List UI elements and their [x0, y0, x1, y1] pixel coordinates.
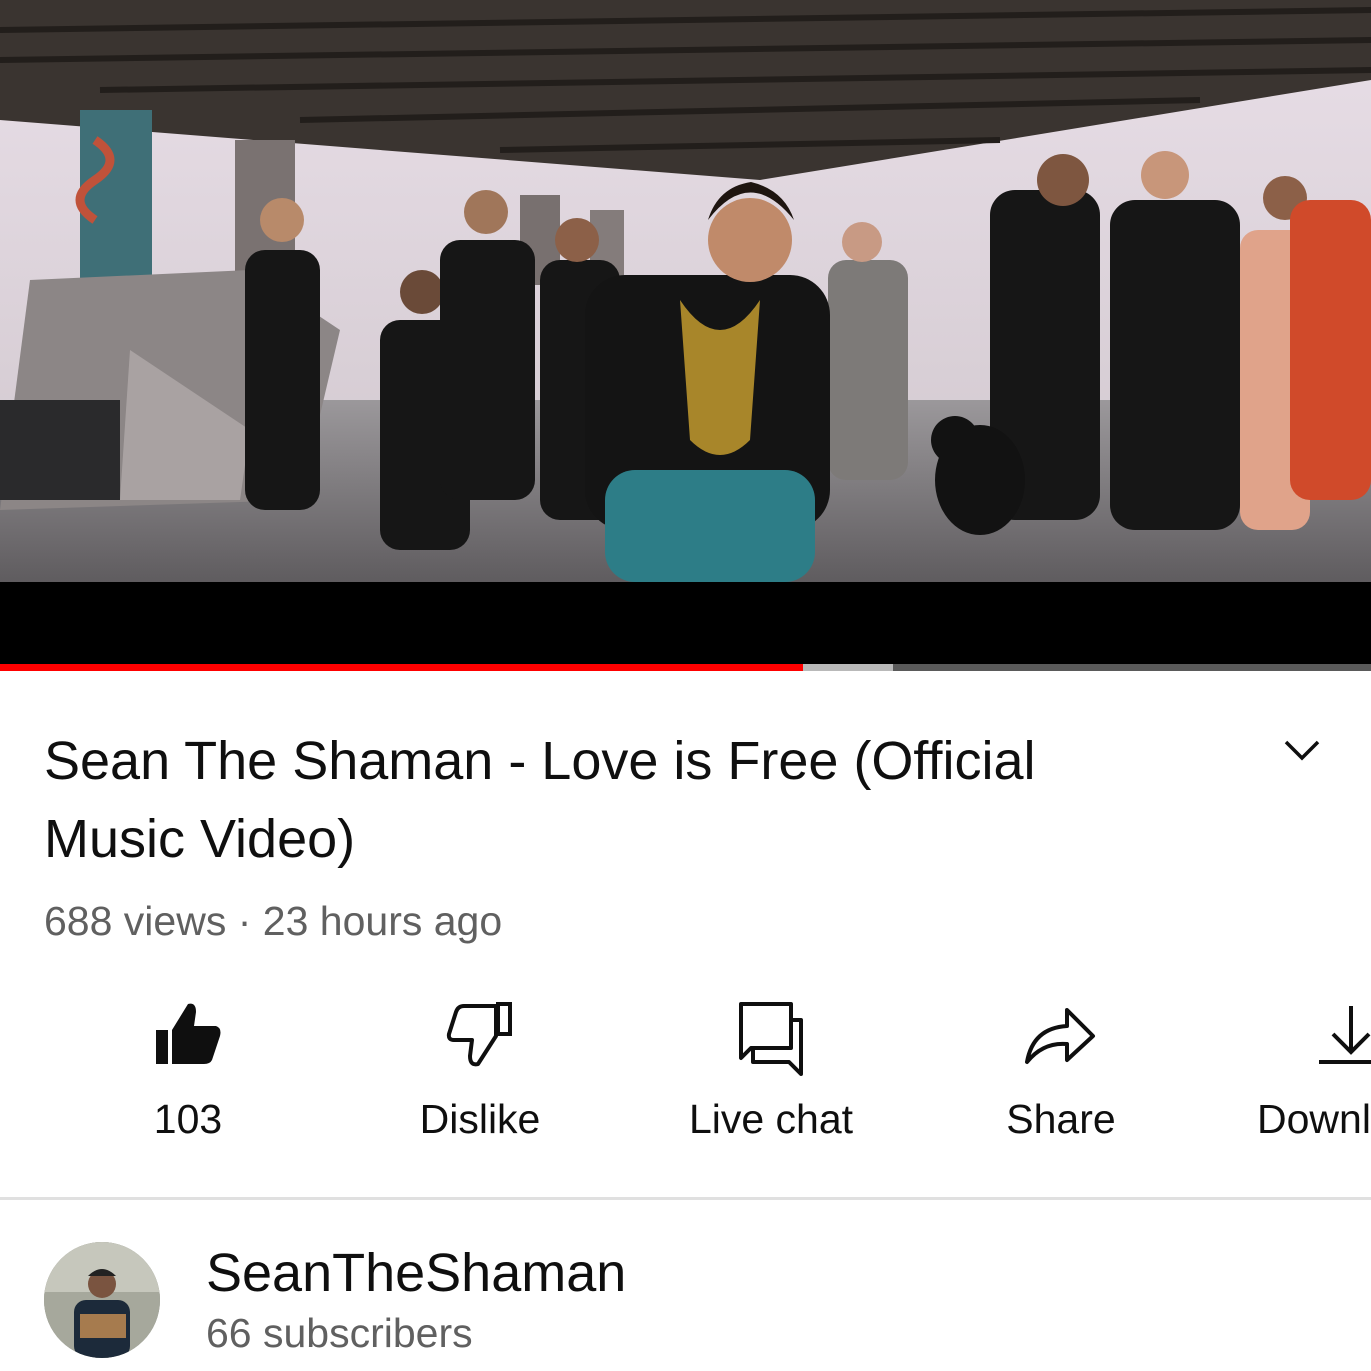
download-icon [1319, 1006, 1371, 1064]
like-button[interactable]: 103 [78, 992, 298, 1162]
avatar-image [44, 1242, 160, 1358]
subscriber-count: 66 subscribers [206, 1310, 473, 1356]
video-frame-image [0, 0, 1371, 582]
section-divider [0, 1197, 1371, 1200]
live-chat-icon [739, 1002, 803, 1076]
thumbs-down-icon [446, 1002, 512, 1067]
meta-separator: · [237, 898, 252, 944]
like-count: 103 [153, 1096, 223, 1142]
dislike-label: Dislike [419, 1096, 541, 1142]
share-button[interactable]: Share [951, 992, 1171, 1162]
video-meta: 688 views · 23 hours ago [44, 898, 502, 945]
channel-avatar[interactable] [44, 1242, 160, 1358]
thumbs-up-icon [156, 1003, 221, 1064]
live-chat-label: Live chat [688, 1096, 854, 1142]
share-label: Share [1006, 1096, 1116, 1142]
live-chat-button[interactable]: Live chat [661, 992, 881, 1162]
action-bar: 103 Dislike Live chat Share Downl [0, 992, 1371, 1162]
chevron-down-icon[interactable] [1282, 736, 1322, 766]
view-count: 688 views [44, 898, 227, 944]
channel-name[interactable]: SeanTheShaman [206, 1242, 626, 1304]
download-button[interactable]: Downl [1241, 992, 1371, 1162]
video-progress-bar[interactable] [0, 664, 1371, 671]
dislike-button[interactable]: Dislike [370, 992, 590, 1162]
video-player[interactable] [0, 0, 1371, 582]
download-label: Downl [1257, 1096, 1371, 1142]
video-title[interactable]: Sean The Shaman - Love is Free (Official… [44, 722, 1184, 878]
upload-age: 23 hours ago [262, 898, 503, 944]
video-letterbox [0, 582, 1371, 664]
share-icon [1025, 1008, 1095, 1064]
played-bar [0, 664, 804, 671]
